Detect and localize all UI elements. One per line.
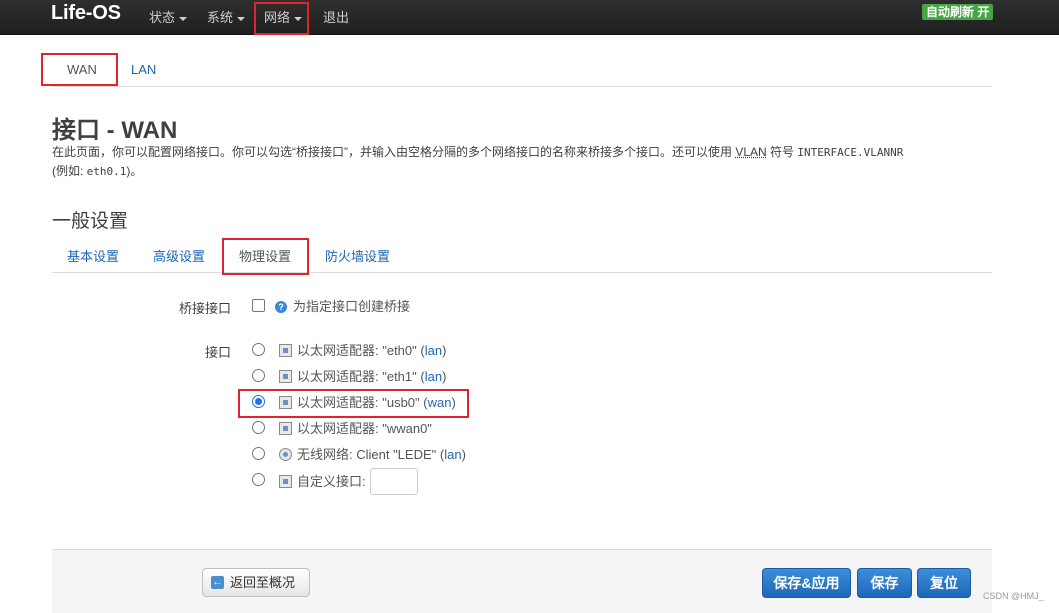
zone-link-lan[interactable]: lan	[425, 343, 442, 358]
autorefresh-badge[interactable]: 自动刷新 开	[922, 4, 994, 20]
watermark: CSDN @HMJ_	[983, 591, 1044, 601]
highlight-box-network	[254, 2, 309, 35]
caret-down-icon	[179, 16, 188, 21]
tab-advanced-settings[interactable]: 高级设置	[153, 246, 205, 265]
ethernet-icon	[279, 344, 292, 357]
page-title: 接口 - WAN	[52, 117, 178, 144]
radio-wwan0[interactable]	[252, 421, 265, 434]
caret-down-icon	[237, 16, 246, 21]
option-wwan0: 以太网适配器: "wwan0"	[279, 421, 432, 437]
bridge-label: 桥接接口	[178, 301, 231, 316]
section-tabs-divider	[52, 272, 992, 273]
highlight-box-wan	[41, 53, 118, 86]
bridge-help-text: 为指定接口创建桥接	[293, 299, 411, 314]
option-custom: 自定义接口:	[279, 474, 366, 490]
custom-interface-input[interactable]	[370, 468, 418, 495]
radio-wireless-lede[interactable]	[252, 447, 265, 460]
page-description: 在此页面，你可以配置网络接口。你可以勾选“桥接接口”，并输入由空格分隔的多个网络…	[52, 145, 904, 178]
vlan-abbr: VLAN	[735, 145, 767, 159]
zone-link-lan[interactable]: lan	[444, 447, 461, 462]
tabs-divider	[52, 86, 992, 87]
option-eth0: 以太网适配器: "eth0" (lan)	[279, 343, 446, 359]
ethernet-icon	[279, 422, 292, 435]
section-title: 一般设置	[52, 211, 129, 232]
save-apply-button[interactable]: 保存&应用	[762, 568, 851, 598]
tab-lan[interactable]: LAN	[131, 62, 156, 77]
menu-logout[interactable]: 退出	[323, 7, 349, 26]
radio-custom[interactable]	[252, 473, 265, 486]
top-navbar: Life-OS 状态 系统 网络 退出 自动刷新 开	[0, 0, 1059, 35]
ethernet-icon	[279, 475, 292, 488]
menu-status[interactable]: 状态	[149, 7, 188, 26]
save-button[interactable]: 保存	[857, 568, 912, 598]
wifi-icon	[279, 448, 292, 461]
menu-system[interactable]: 系统	[207, 7, 246, 26]
back-arrow-icon: ←	[211, 576, 224, 589]
highlight-box-usb0	[238, 389, 469, 418]
bridge-checkbox[interactable]	[252, 299, 265, 312]
highlight-box-physical	[222, 238, 309, 275]
form-footer	[52, 549, 992, 613]
help-icon: ?	[275, 301, 287, 313]
interface-label: 接口	[204, 345, 231, 360]
back-to-overview-button[interactable]: ← 返回至概况	[202, 568, 310, 597]
zone-link-lan[interactable]: lan	[425, 369, 442, 384]
brand-logo[interactable]: Life-OS	[51, 2, 121, 25]
tab-firewall-settings[interactable]: 防火墙设置	[325, 246, 390, 265]
reset-button[interactable]: 复位	[917, 568, 971, 598]
option-eth1: 以太网适配器: "eth1" (lan)	[279, 369, 446, 385]
tab-basic-settings[interactable]: 基本设置	[67, 246, 119, 265]
ethernet-icon	[279, 370, 292, 383]
radio-eth1[interactable]	[252, 369, 265, 382]
option-wireless-lede: 无线网络: Client "LEDE" (lan)	[279, 447, 466, 463]
radio-eth0[interactable]	[252, 343, 265, 356]
